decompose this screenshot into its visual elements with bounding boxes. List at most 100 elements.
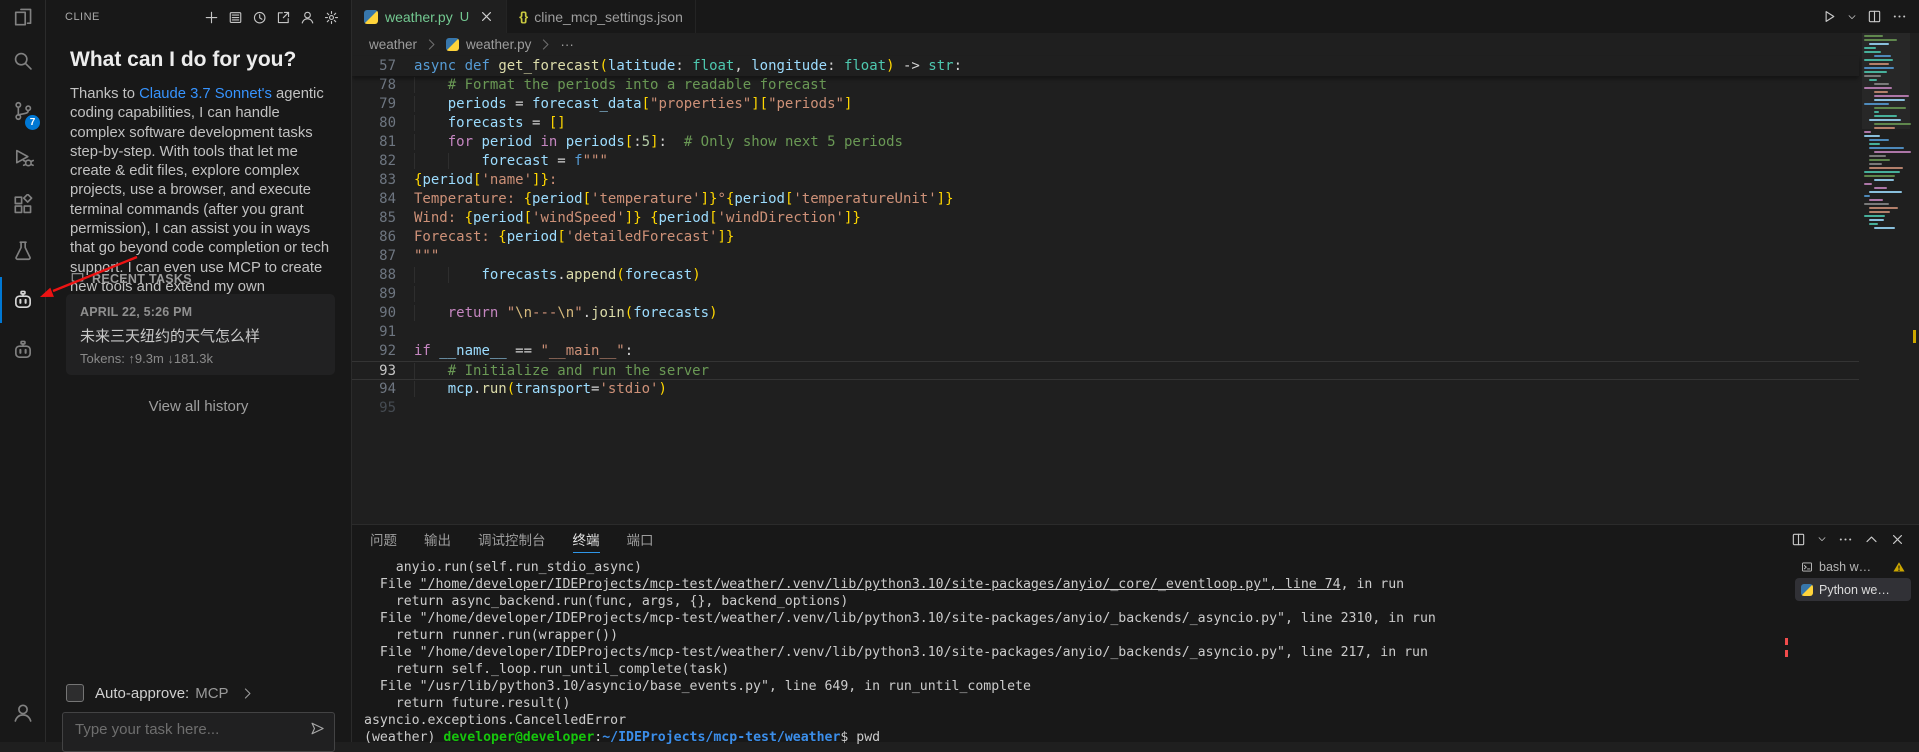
more-actions-icon[interactable] <box>1892 9 1907 24</box>
close-panel-icon[interactable] <box>1890 532 1905 547</box>
task-tokens: Tokens: ↑9.3m ↓181.3k <box>80 351 321 366</box>
task-input-placeholder: Type your task here... <box>75 721 219 738</box>
breadcrumb-file[interactable]: weather.py <box>466 37 531 52</box>
code-line-84[interactable]: 84Temperature: {period['temperature']}°{… <box>352 190 1859 209</box>
terminal-instance-list: bash w…Python we… <box>1795 555 1911 601</box>
activity-item-source-control[interactable]: 7 <box>0 88 45 134</box>
split-panel-icon[interactable] <box>1791 532 1806 547</box>
activity-item-run-debug[interactable] <box>0 135 45 181</box>
tab-weather-py[interactable]: weather.py U <box>352 0 507 33</box>
send-icon[interactable] <box>310 721 325 736</box>
terminal-line: File "/usr/lib/python3.10/asyncio/base_e… <box>364 678 1774 695</box>
line-code: # Format the periods into a readable for… <box>396 76 827 95</box>
terminal-instance-1[interactable]: Python we… <box>1795 578 1911 601</box>
maximize-panel-icon[interactable] <box>1864 532 1879 547</box>
panel-tab-2[interactable]: 调试控制台 <box>478 525 546 553</box>
panel-actions <box>1791 525 1905 553</box>
plus-icon[interactable] <box>204 10 219 25</box>
line-code: Wind: {period['windSpeed']} {period['win… <box>396 209 861 228</box>
code-line-87[interactable]: 87""" <box>352 247 1859 266</box>
history-icon[interactable] <box>252 10 267 25</box>
chevron-down-icon[interactable] <box>1817 534 1827 544</box>
activity-item-search[interactable] <box>0 38 45 84</box>
file-link[interactable]: "/home/developer/IDEProjects/mcp-test/we… <box>420 577 1341 592</box>
tab-label: cline_mcp_settings.json <box>534 9 683 25</box>
activity-item-testing[interactable] <box>0 228 45 274</box>
code-line-91[interactable]: 91 <box>352 323 1859 342</box>
line-number: 91 <box>352 323 396 342</box>
code-line-93[interactable]: 93 # Initialize and run the server <box>352 361 1859 380</box>
task-input[interactable]: Type your task here... <box>62 712 335 752</box>
sticky-line-code: async def get_forecast(latitude: float, … <box>396 56 962 76</box>
line-code: """ <box>396 247 439 266</box>
minimap[interactable] <box>1862 33 1910 524</box>
python-icon <box>446 38 459 51</box>
claude-sonnet-link[interactable]: Claude 3.7 Sonnet's <box>139 86 272 102</box>
settings-gear-icon[interactable] <box>324 10 339 25</box>
panel-tab-1[interactable]: 输出 <box>424 525 451 553</box>
auto-approve-checkbox[interactable] <box>66 684 84 702</box>
line-number: 84 <box>352 190 396 209</box>
code-line-79[interactable]: 79 periods = forecast_data["properties"]… <box>352 95 1859 114</box>
chevron-right-icon <box>424 37 439 52</box>
code-line-89[interactable]: 89 <box>352 285 1859 304</box>
code-line-85[interactable]: 85Wind: {period['windSpeed']} {period['w… <box>352 209 1859 228</box>
line-code: forecasts = [] <box>396 114 566 133</box>
terminal-line: File "/home/developer/IDEProjects/mcp-te… <box>364 576 1774 593</box>
more-actions-icon[interactable] <box>1838 532 1853 547</box>
terminal-icon <box>1801 561 1813 573</box>
task-date: APRIL 22, 5:26 PM <box>80 305 321 319</box>
code-area[interactable]: 78 # Format the periods into a readable … <box>352 76 1859 418</box>
panel-tab-3[interactable]: 终端 <box>573 525 600 553</box>
code-line-90[interactable]: 90 return "\n---\n".join(forecasts) <box>352 304 1859 323</box>
activity-item-robot-secondary[interactable] <box>0 327 45 373</box>
python-terminal-icon <box>1801 584 1813 596</box>
code-line-86[interactable]: 86Forecast: {period['detailedForecast']} <box>352 228 1859 247</box>
line-number: 88 <box>352 266 396 285</box>
panel-tab-0[interactable]: 问题 <box>370 525 397 553</box>
line-number: 93 <box>352 362 396 379</box>
code-line-82[interactable]: 82 forecast = f""" <box>352 152 1859 171</box>
beaker-icon <box>12 240 34 262</box>
recent-task-card[interactable]: APRIL 22, 5:26 PM 未来三天纽约的天气怎么样 Tokens: ↑… <box>66 294 335 375</box>
tab-cline-mcp-settings[interactable]: {} cline_mcp_settings.json <box>507 0 696 33</box>
terminal-output[interactable]: anyio.run(self.run_stdio_async) File "/h… <box>364 559 1774 746</box>
terminal-line: return runner.run(wrapper()) <box>364 627 1774 644</box>
code-line-80[interactable]: 80 forecasts = [] <box>352 114 1859 133</box>
line-number: 79 <box>352 95 396 114</box>
overview-ruler[interactable] <box>1910 33 1919 524</box>
server-list-icon[interactable] <box>228 10 243 25</box>
code-line-94[interactable]: 94 mcp.run(transport='stdio') <box>352 380 1859 399</box>
breadcrumb-folder[interactable]: weather <box>369 37 417 52</box>
run-dropdown-chevron-icon[interactable] <box>1847 12 1857 22</box>
split-editor-icon[interactable] <box>1867 9 1882 24</box>
code-line-78[interactable]: 78 # Format the periods into a readable … <box>352 76 1859 95</box>
line-code <box>396 285 448 304</box>
code-line-81[interactable]: 81 for period in periods[:5]: # Only sho… <box>352 133 1859 152</box>
line-number: 92 <box>352 342 396 361</box>
open-in-editor-icon[interactable] <box>276 10 291 25</box>
line-code: {period['name']}: <box>396 171 557 190</box>
line-number: 82 <box>352 152 396 171</box>
activity-item-account[interactable] <box>0 690 45 736</box>
close-tab-icon[interactable] <box>479 9 494 24</box>
recent-tasks-header: RECENT TASKS <box>70 271 192 286</box>
code-line-88[interactable]: 88 forecasts.append(forecast) <box>352 266 1859 285</box>
line-code <box>396 399 414 418</box>
code-line-83[interactable]: 83{period['name']}: <box>352 171 1859 190</box>
panel-tab-4[interactable]: 端口 <box>627 525 654 553</box>
chevron-right-icon[interactable] <box>240 686 255 701</box>
view-all-history-link[interactable]: View all history <box>46 398 351 415</box>
account-icon[interactable] <box>300 10 315 25</box>
activity-item-extensions[interactable] <box>0 182 45 228</box>
robot-icon <box>12 339 34 361</box>
terminal-instance-0[interactable]: bash w… <box>1795 555 1911 578</box>
activity-item-cline[interactable] <box>0 277 45 323</box>
cline-sidebar: CLINE What can I do for you? Thanks to C… <box>46 0 352 742</box>
breadcrumb-symbol[interactable]: ··· <box>560 37 574 52</box>
editor-tab-bar: weather.py U {} cline_mcp_settings.json <box>352 0 1919 33</box>
code-line-92[interactable]: 92if __name__ == "__main__": <box>352 342 1859 361</box>
run-python-icon[interactable] <box>1822 9 1837 24</box>
code-line-95[interactable]: 95 <box>352 399 1859 418</box>
activity-item-explorer[interactable] <box>0 0 45 40</box>
